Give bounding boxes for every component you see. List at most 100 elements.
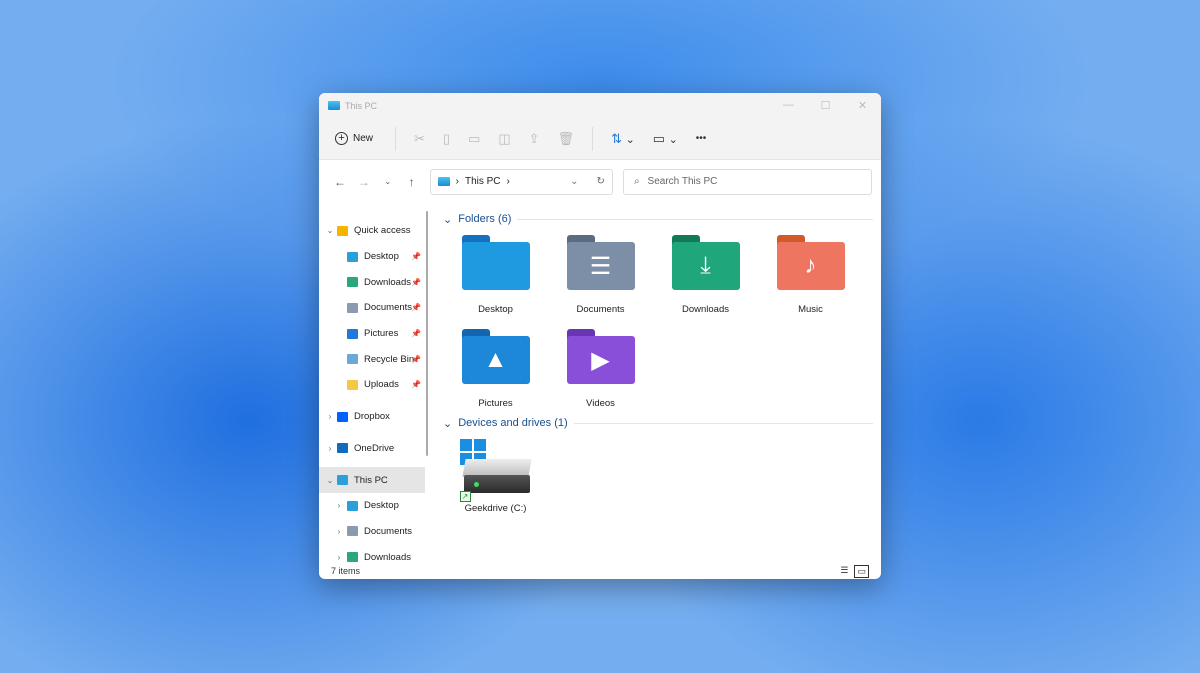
back-icon[interactable]: ← xyxy=(328,175,352,189)
sidebar-item[interactable]: › Documents xyxy=(319,519,425,545)
folder-label: Documents xyxy=(576,304,625,315)
delete-icon[interactable]: 🗑 xyxy=(558,131,575,147)
sidebar-item[interactable]: ⌄ This PC xyxy=(319,467,426,493)
breadcrumb-separator: › xyxy=(506,176,510,187)
sidebar-item-label: Documents xyxy=(364,302,413,314)
sidebar-item-icon xyxy=(347,302,358,313)
sidebar-item[interactable]: Recycle Bin 📌 xyxy=(319,346,425,372)
address-dropdown-icon[interactable]: ⌄ xyxy=(570,176,578,187)
hard-drive-icon: ↗ xyxy=(459,439,532,502)
sidebar-item-label: Quick access xyxy=(354,225,411,237)
folder-tile[interactable]: ♪ Music xyxy=(758,227,863,321)
address-row: ← → ⌄ ↑ › This PC › ⌄ ↻ ⌕ Search This PC xyxy=(319,160,881,203)
sidebar-item[interactable]: › OneDrive xyxy=(319,436,425,462)
view-button[interactable]: ▭ ⌄ xyxy=(653,131,678,147)
pin-icon: 📌 xyxy=(411,354,422,364)
sidebar-item-icon xyxy=(347,354,358,365)
folder-icon xyxy=(461,235,530,290)
expand-chevron-icon[interactable]: ⌄ xyxy=(319,476,337,485)
cut-icon[interactable]: ✂ xyxy=(414,131,425,147)
close-button[interactable]: ✕ xyxy=(844,99,881,112)
title-bar: This PC — ☐ ✕ xyxy=(319,93,881,118)
share-icon[interactable]: ⇪ xyxy=(529,131,540,147)
folder-tile[interactable]: ☰ Documents xyxy=(548,227,653,321)
rename-icon[interactable]: ◫ xyxy=(498,131,510,147)
drives-group-header[interactable]: ⌄ Devices and drives (1) xyxy=(443,415,873,431)
sidebar-item-icon xyxy=(347,552,358,563)
address-bar[interactable]: › This PC › ⌄ ↻ xyxy=(429,168,613,195)
search-placeholder: Search This PC xyxy=(647,176,718,187)
sidebar-item-icon xyxy=(337,443,348,454)
sidebar-item-label: Downloads xyxy=(364,551,411,563)
sidebar-item-label: Desktop xyxy=(364,251,399,263)
sidebar-item-label: This PC xyxy=(354,474,388,486)
sidebar-item[interactable]: Documents 📌 xyxy=(319,295,425,321)
folder-tile[interactable]: ⤓ Downloads xyxy=(653,227,758,321)
pin-icon: 📌 xyxy=(411,252,422,262)
navigation-pane: ⌄ Quick access Desktop 📌 Downloads 📌 Documents… xyxy=(319,203,426,563)
new-label: New xyxy=(353,133,374,144)
sidebar-item[interactable]: Desktop 📌 xyxy=(319,244,425,270)
minimize-button[interactable]: — xyxy=(770,99,807,112)
expand-chevron-icon[interactable]: ⌄ xyxy=(319,226,337,235)
sidebar-item[interactable]: › Desktop xyxy=(319,493,425,519)
more-options-button[interactable]: ••• xyxy=(696,133,707,144)
copy-icon[interactable]: ▯ xyxy=(443,131,450,147)
drive-tile[interactable]: ↗ Geekdrive (C:) xyxy=(443,431,548,525)
folder-icon: ⤓ xyxy=(671,235,740,290)
folder-label: Desktop xyxy=(478,304,513,315)
folders-group-header[interactable]: ⌄ Folders (6) xyxy=(443,211,873,227)
sidebar-item-label: Uploads xyxy=(364,379,399,391)
folder-icon: ▶ xyxy=(566,329,635,384)
folder-tile[interactable]: ▲ Pictures xyxy=(443,321,548,415)
window-title: This PC xyxy=(345,100,378,111)
drive-label: Geekdrive (C:) xyxy=(464,503,527,514)
sidebar-item-label: Dropbox xyxy=(354,411,390,423)
sidebar-item-label: Documents xyxy=(364,525,413,537)
new-button[interactable]: + New xyxy=(335,132,373,145)
content-pane: ⌄ Folders (6) Desktop ☰ Documents ⤓ Downloads… xyxy=(431,203,881,563)
command-bar: + New ✂ ▯ ▭ ◫ ⇪ 🗑 ⇅ ⌄ ▭ ⌄ ••• xyxy=(319,118,881,160)
sidebar-item[interactable]: ⌄ Quick access xyxy=(319,218,425,244)
folder-tile[interactable]: ▶ Videos xyxy=(548,321,653,415)
folder-label: Music xyxy=(798,304,823,315)
sidebar-item-icon xyxy=(347,251,358,262)
folder-label: Downloads xyxy=(682,304,729,315)
expand-chevron-icon[interactable]: › xyxy=(319,412,337,421)
sidebar-item[interactable]: Downloads 📌 xyxy=(319,269,425,295)
pin-icon: 📌 xyxy=(411,380,422,390)
recent-chevron-icon[interactable]: ⌄ xyxy=(376,177,400,186)
sidebar-item[interactable]: › Dropbox xyxy=(319,404,425,430)
tiles-view-icon[interactable]: ▭ xyxy=(854,564,869,578)
forward-icon[interactable]: → xyxy=(352,175,376,189)
folder-icon: ☰ xyxy=(566,235,635,290)
expand-chevron-icon[interactable]: › xyxy=(319,501,347,510)
expand-chevron-icon[interactable]: › xyxy=(319,527,347,536)
sidebar-item-label: Pictures xyxy=(364,328,399,340)
sidebar-item-icon xyxy=(347,277,358,288)
breadcrumb-this-pc[interactable]: This PC xyxy=(465,176,501,187)
details-view-icon[interactable]: ☰ xyxy=(840,565,848,578)
up-icon[interactable]: ↑ xyxy=(400,175,424,189)
expand-chevron-icon[interactable]: › xyxy=(319,553,347,562)
sidebar-item-label: Desktop xyxy=(364,500,399,512)
folder-label: Pictures xyxy=(478,398,513,409)
sidebar-item[interactable]: Pictures 📌 xyxy=(319,321,425,347)
sidebar-item-icon xyxy=(347,526,358,537)
paste-icon[interactable]: ▭ xyxy=(468,131,480,147)
maximize-button[interactable]: ☐ xyxy=(807,99,844,112)
expand-chevron-icon[interactable]: › xyxy=(319,444,337,453)
pin-icon: 📌 xyxy=(411,303,422,313)
sidebar-item[interactable]: › Downloads xyxy=(319,544,425,570)
refresh-icon[interactable]: ↻ xyxy=(597,176,605,187)
navigation-scrollbar[interactable] xyxy=(425,203,431,563)
search-input[interactable]: ⌕ Search This PC xyxy=(622,168,873,195)
folder-label: Videos xyxy=(586,398,615,409)
this-pc-icon xyxy=(437,177,450,186)
pin-icon: 📌 xyxy=(411,329,422,339)
this-pc-icon xyxy=(328,101,340,110)
file-explorer-window: This PC — ☐ ✕ + New ✂ ▯ ▭ ◫ ⇪ 🗑 ⇅ ⌄ ▭ ⌄ •… xyxy=(319,93,881,579)
sort-button[interactable]: ⇅ ⌄ xyxy=(611,131,635,147)
sidebar-item[interactable]: Uploads 📌 xyxy=(319,372,425,398)
folder-tile[interactable]: Desktop xyxy=(443,227,548,321)
